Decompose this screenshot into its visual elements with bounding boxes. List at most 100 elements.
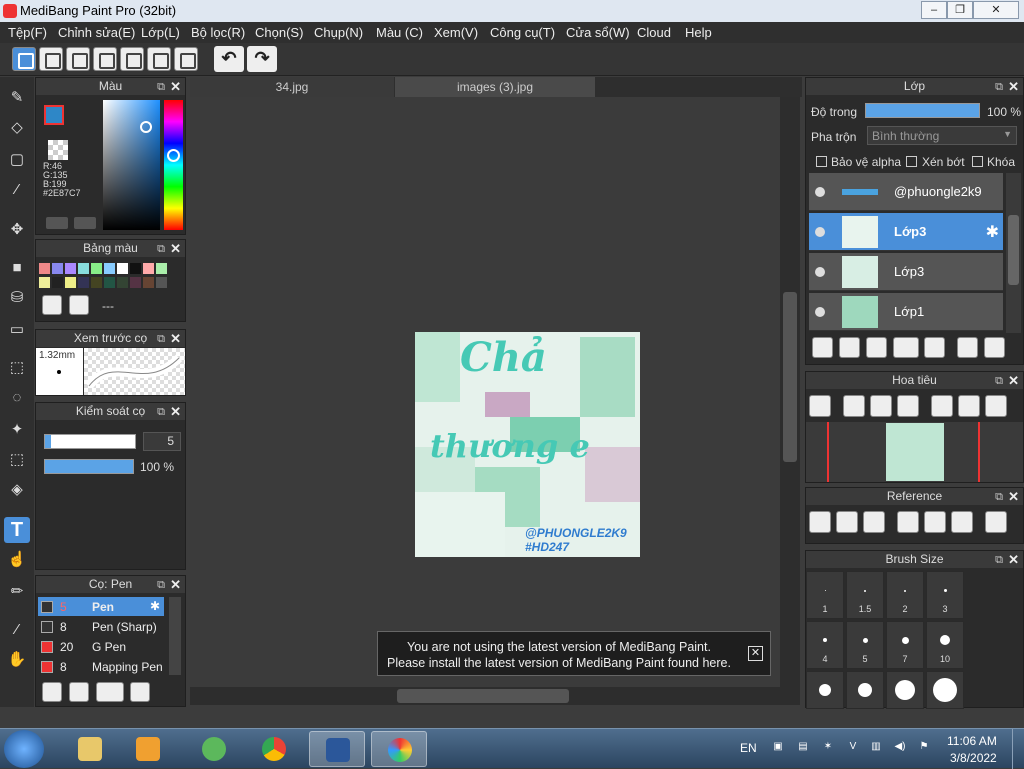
brush-size-slider[interactable] (44, 434, 136, 449)
layer-scroll-thumb[interactable] (1008, 215, 1019, 285)
eraser-tool-icon[interactable]: ◇ (4, 115, 30, 141)
taskbar-medibang[interactable] (371, 731, 427, 767)
layer-item-lop3-selected[interactable]: Lớp3 ✱ (809, 213, 1003, 251)
close-icon[interactable]: ✕ (170, 330, 181, 347)
gradient-tool-icon[interactable]: ▭ (4, 317, 30, 343)
brush-size-1[interactable]: 1 (806, 571, 844, 619)
brush-size-1-5[interactable]: 1.5 (846, 571, 884, 619)
menu-select[interactable]: Chọn(S) (255, 25, 303, 40)
layer-item-phuongle2k9[interactable]: @phuongle2k9 (809, 173, 1003, 211)
gear-icon[interactable]: ✱ (986, 222, 999, 242)
palette-swatch[interactable] (104, 277, 115, 288)
rotate-left-icon[interactable] (931, 395, 953, 417)
add-brush-dropdown-icon[interactable] (96, 682, 124, 702)
lock-checkbox[interactable] (972, 156, 983, 167)
brush-tool-icon[interactable]: ✎ (4, 85, 30, 111)
language-indicator[interactable]: EN (740, 741, 757, 755)
color-mode-icon[interactable] (46, 217, 68, 229)
divide-tool-icon[interactable]: ✏ (4, 579, 30, 605)
menu-color[interactable]: Màu (C) (376, 25, 423, 40)
popout-icon[interactable]: ⧉ (995, 489, 1003, 506)
brush-size-7[interactable]: 7 (886, 621, 924, 669)
upload-icon[interactable] (39, 47, 63, 71)
brush-settings-icon[interactable] (130, 682, 150, 702)
document-icon[interactable] (120, 47, 144, 71)
new-palette-icon[interactable] (42, 295, 62, 315)
brush-size-4[interactable]: 4 (806, 621, 844, 669)
horizontal-scroll-thumb[interactable] (397, 689, 569, 703)
taskbar-explorer[interactable] (62, 731, 118, 767)
volume-icon[interactable]: ◀) (892, 741, 908, 757)
palette-swatch[interactable] (52, 277, 63, 288)
select-pen-icon[interactable]: ⬚ (4, 447, 30, 473)
select-tool-icon[interactable]: ⬚ (4, 355, 30, 381)
palette-swatch[interactable] (65, 277, 76, 288)
tray-icon[interactable]: ▤ (795, 741, 811, 757)
palette-swatch[interactable] (130, 277, 141, 288)
palette-swatch[interactable] (143, 277, 154, 288)
transparent-color[interactable] (48, 140, 68, 160)
undo-icon[interactable]: ↶ (214, 46, 244, 72)
text-tool-icon[interactable]: T (4, 517, 30, 543)
rectangle-tool-icon[interactable]: ▢ (4, 147, 30, 173)
start-button[interactable] (4, 730, 44, 768)
folder-icon[interactable] (924, 337, 945, 358)
zoom-icon[interactable] (809, 395, 831, 417)
close-icon[interactable]: ✕ (1008, 78, 1019, 95)
close-icon[interactable]: ✕ (1008, 488, 1019, 505)
maximize-button[interactable]: ❐ (947, 1, 973, 19)
clipping-checkbox[interactable] (906, 156, 917, 167)
operation-tool-icon[interactable]: ☝ (4, 547, 30, 573)
lasso-tool-icon[interactable]: ◌ (4, 385, 30, 411)
popout-icon[interactable]: ⧉ (157, 404, 165, 421)
list-icon[interactable] (147, 47, 171, 71)
zoom-out-icon[interactable] (897, 395, 919, 417)
palette-swatch[interactable] (117, 263, 128, 274)
action-center-icon[interactable]: ⚑ (916, 741, 932, 757)
menu-layer[interactable]: Lớp(L) (141, 25, 180, 40)
brush-item-g-pen[interactable]: 20 G Pen (38, 637, 164, 656)
hand-tool-icon[interactable]: ✋ (4, 647, 30, 673)
magic-wand-icon[interactable]: ✦ (4, 417, 30, 443)
layer-item-lop3[interactable]: Lớp3 (809, 253, 1003, 291)
minimize-button[interactable]: – (921, 1, 947, 19)
brush-size-large[interactable] (846, 671, 884, 709)
menu-tools[interactable]: Công cụ(T) (490, 25, 555, 40)
brush-size-large[interactable] (886, 671, 924, 709)
popout-icon[interactable]: ⧉ (995, 552, 1003, 569)
vertical-scroll-thumb[interactable] (783, 292, 797, 462)
speech-bubble-icon[interactable] (66, 47, 90, 71)
select-eraser-icon[interactable]: ◈ (4, 477, 30, 503)
new-1bit-layer-icon[interactable] (866, 337, 887, 358)
taskbar-media[interactable] (120, 731, 176, 767)
brush-size-5[interactable]: 5 (846, 621, 884, 669)
network-icon[interactable]: ▥ (868, 741, 884, 757)
notice-close-icon[interactable]: ✕ (748, 646, 763, 661)
navigator-view[interactable] (806, 422, 1023, 482)
cloud-check-icon[interactable] (12, 47, 36, 71)
brush-size-10[interactable]: 10 (926, 621, 964, 669)
dot-tool-icon[interactable]: ⁄ (4, 177, 30, 203)
menu-snap[interactable]: Chụp(N) (314, 25, 363, 40)
brush-size-large[interactable] (926, 671, 964, 709)
brush-size-large[interactable] (806, 671, 844, 709)
brush-item-mapping-pen[interactable]: 8 Mapping Pen (38, 657, 164, 676)
gear-icon[interactable]: ✱ (150, 599, 160, 613)
fill-rect-tool-icon[interactable]: ■ (4, 255, 30, 281)
hue-slider[interactable] (164, 100, 183, 230)
close-icon[interactable]: ✕ (170, 403, 181, 420)
brush-item-pen-sharp[interactable]: 8 Pen (Sharp) (38, 617, 164, 636)
new-halftone-layer-icon[interactable] (839, 337, 860, 358)
palette-swatch[interactable] (78, 263, 89, 274)
popout-icon[interactable]: ⧉ (157, 79, 165, 96)
rotate-right-icon[interactable] (985, 395, 1007, 417)
taskbar-chrome[interactable] (246, 731, 302, 767)
close-icon[interactable]: ✕ (170, 240, 181, 257)
duplicate-layer-icon[interactable] (957, 337, 978, 358)
eye-icon[interactable] (815, 227, 825, 237)
layer-opacity-slider[interactable] (865, 103, 980, 118)
brush-size-3[interactable]: 3 (926, 571, 964, 619)
popout-icon[interactable]: ⧉ (157, 577, 165, 594)
bucket-tool-icon[interactable]: ⛁ (4, 285, 30, 311)
palette-swatch[interactable] (39, 277, 50, 288)
